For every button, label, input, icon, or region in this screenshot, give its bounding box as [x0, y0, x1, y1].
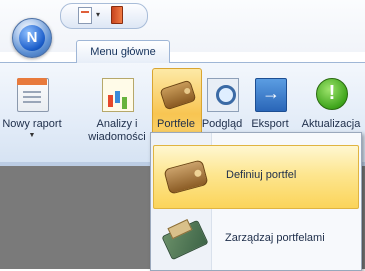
- wallet-icon: [163, 159, 209, 195]
- update-label: Aktualizacja: [301, 118, 361, 130]
- new-report-icon: [17, 78, 49, 112]
- analysis-label-line2: wiadomości: [88, 131, 146, 143]
- new-document-icon[interactable]: [78, 7, 92, 24]
- analysis-news-button[interactable]: Analizy i wiadomości: [84, 70, 150, 146]
- portfele-label: Portfele: [157, 118, 195, 130]
- title-bar: [0, 0, 365, 52]
- wallet-icon: [159, 79, 197, 111]
- book-icon[interactable]: [111, 6, 123, 24]
- menu-item-label: Zarządzaj portfelami: [225, 232, 325, 244]
- chevron-down-icon: ▼: [28, 132, 36, 139]
- qat-dropdown-arrow-icon[interactable]: ▾: [96, 10, 100, 19]
- application-menu-button[interactable]: N: [12, 18, 52, 58]
- menu-item-manage-portfolios[interactable]: Zarządzaj portfelami: [153, 209, 357, 271]
- analysis-icon: [102, 78, 134, 112]
- menu-item-label: Definiuj portfel: [226, 169, 297, 181]
- export-icon: [255, 78, 287, 112]
- open-wallet-icon: [161, 219, 209, 261]
- quick-access-toolbar: [60, 3, 148, 29]
- menu-item-define-portfolio[interactable]: Definiuj portfel: [153, 145, 359, 209]
- new-report-label: Nowy raport: [2, 118, 62, 130]
- preview-label: Podgląd: [201, 118, 243, 130]
- app-logo-icon: N: [19, 25, 45, 51]
- export-label: Eksport: [251, 118, 289, 130]
- tab-menu-glowne[interactable]: Menu główne: [76, 40, 170, 63]
- preview-icon: [207, 78, 239, 112]
- portfele-dropdown-menu: Definiuj portfel Zarządzaj portfelami: [150, 132, 362, 271]
- analysis-label-line1: Analizy i: [96, 118, 138, 130]
- new-report-button[interactable]: Nowy raport ▼: [2, 70, 62, 146]
- update-icon: [316, 78, 348, 110]
